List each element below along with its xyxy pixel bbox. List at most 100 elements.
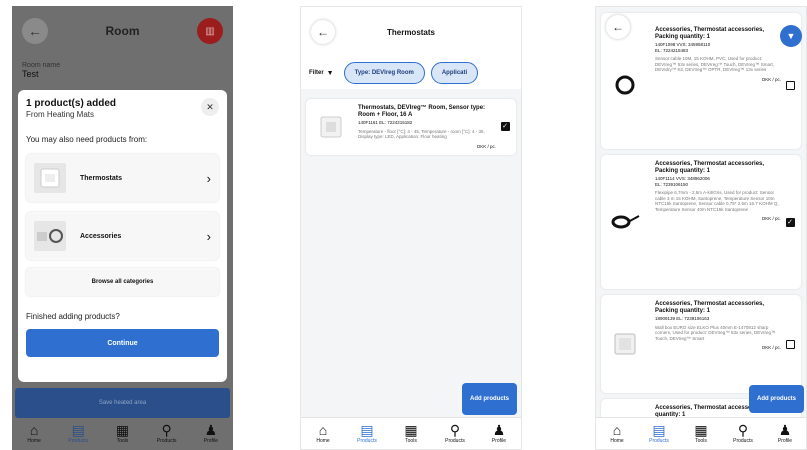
trash-icon: ▥ (205, 25, 215, 37)
add-products-button[interactable]: Add products (462, 383, 517, 415)
bottom-nav: ⌂ Home ▤ Products ▦ Tools ⚲ Products ♟ Profil… (12, 418, 233, 450)
nav-item-products[interactable]: ▤ Products (60, 422, 96, 444)
product-description: Flexipipe 6,7mm - 2,5m A-kit/Gris, Used … (655, 190, 779, 212)
add-products-button[interactable]: Add products (749, 385, 804, 413)
accessories-thumbnail (34, 221, 66, 251)
product-description: Sensor cable 10M, 15 KOHM, PVC, Used for… (655, 56, 774, 72)
category-label: Thermostats (80, 174, 123, 182)
nav-item-tools[interactable]: ▦ Tools (683, 422, 719, 444)
product-description: Wall box EURO size ELKO Plus 40mm E-1470… (655, 324, 776, 341)
back-button[interactable]: ← (606, 15, 630, 39)
finish-prompt: Finished adding products? (26, 312, 120, 321)
product-codes: 18909139 EL: 7239106163 (655, 316, 710, 321)
thermostat-image (320, 116, 342, 138)
checkbox-empty-icon (785, 339, 795, 349)
funnel-icon: ▼ (786, 31, 796, 41)
product-codes: 140F1114 VVS: 348962006 EL: 7239106150 (655, 176, 710, 187)
product-unit: DKK / pc. (761, 76, 781, 82)
person-icon: ♟ (778, 422, 792, 438)
nav-item-products[interactable]: ▤ Products (641, 422, 677, 444)
search-icon: ⚲ (449, 422, 461, 438)
back-button[interactable]: ← (22, 18, 48, 44)
category-card-accessories[interactable]: Accessories › (26, 212, 219, 260)
nav-item-home[interactable]: ⌂ Home (16, 422, 52, 444)
product-card[interactable]: Thermostats, DEVIreg™ Room, Sensor type:… (306, 99, 516, 155)
nav-item-tools[interactable]: ▦ Tools (104, 422, 140, 444)
search-icon: ⚲ (737, 422, 749, 438)
product-image (607, 301, 643, 387)
nav-item-search-products[interactable]: ⚲ Products (149, 422, 185, 444)
document-icon: ▤ (71, 422, 85, 438)
nav-item-profile[interactable]: ♟ Profile (193, 422, 229, 444)
category-card-thermostats[interactable]: Thermostats › (26, 154, 219, 202)
arrow-left-icon: ← (28, 23, 42, 39)
nav-item-home[interactable]: ⌂ Home (305, 422, 341, 444)
category-label: Accessories (80, 232, 122, 240)
product-unit: DKK / pc. (476, 143, 496, 149)
save-heated-area-button[interactable]: Save heated area (15, 388, 230, 418)
accessories-image (37, 229, 63, 243)
browse-categories-button[interactable]: Browse all categories (26, 268, 219, 296)
thermostat-thumbnail (34, 163, 66, 193)
thermostat-image (40, 168, 60, 188)
document-icon: ▤ (652, 422, 666, 438)
checkmark-icon: ✓ (785, 217, 795, 227)
product-image (312, 105, 350, 149)
filter-label: Filter (309, 70, 324, 76)
arrow-left-icon: ← (612, 20, 624, 34)
chevron-right-icon: › (206, 170, 211, 186)
wall-box-image (614, 333, 636, 355)
filter-button[interactable]: Filter ▼ (309, 70, 338, 77)
dialog-subtitle: From Heating Mats (26, 110, 95, 119)
home-icon: ⌂ (29, 422, 39, 438)
search-icon: ⚲ (161, 422, 172, 438)
nav-item-tools[interactable]: ▦ Tools (393, 422, 429, 444)
person-icon: ♟ (492, 422, 506, 438)
filter-button[interactable]: ▼ (780, 25, 802, 47)
grid-icon: ▦ (115, 422, 130, 438)
nav-item-search-products[interactable]: ⚲ Products (725, 422, 761, 444)
dialog-title: 1 product(s) added (26, 98, 117, 109)
checkmark-icon: ✓ (500, 122, 510, 132)
nav-item-search-products[interactable]: ⚲ Products (437, 422, 473, 444)
nav-item-products[interactable]: ▤ Products (349, 422, 385, 444)
arrow-left-icon: ← (317, 25, 329, 39)
product-details: Accessories, Thermostat accessories, Pac… (643, 301, 781, 387)
screen-accessories: ← ▼ Accessories, Thermostat accessories,… (595, 6, 807, 450)
top-bar: ← Room ▥ (12, 6, 233, 56)
product-name: Thermostats, DEVIreg™ Room, Sensor type:… (358, 105, 486, 118)
product-name: Accessories, Thermostat accessories, Pac… (655, 301, 765, 314)
nav-item-profile[interactable]: ♟ Profile (481, 422, 517, 444)
flexipipe-image (611, 215, 640, 229)
filter-chip-type[interactable]: Type: DEVIreg Room (343, 62, 425, 84)
delete-button[interactable]: ▥ (197, 18, 223, 44)
nav-item-profile[interactable]: ♟ Profile (767, 422, 803, 444)
product-details: Accessories, Thermostat accessories, Pac… (643, 161, 781, 283)
top-bar: ← (596, 7, 806, 47)
grid-icon: ▦ (404, 422, 418, 438)
product-checkbox[interactable] (785, 301, 795, 387)
close-button[interactable]: ✕ (201, 98, 219, 116)
screen-room: ← Room ▥ Room name Test 1 product(s) add… (12, 6, 233, 450)
product-card[interactable]: Accessories, Thermostat accessories, Pac… (601, 295, 801, 393)
screen-thermostats: ← Thermostats Filter ▼ Type: DEVIreg Room… (300, 6, 522, 450)
dialog-header: 1 product(s) added From Heating Mats ✕ (26, 98, 219, 119)
product-card[interactable]: Accessories, Thermostat accessories, Pac… (601, 155, 801, 289)
person-icon: ♟ (204, 422, 218, 438)
room-name-field[interactable]: Test (12, 69, 233, 79)
checkbox-empty-icon (785, 80, 795, 90)
sensor-cable-image (615, 75, 635, 95)
close-icon: ✕ (206, 101, 214, 112)
filter-chip-application[interactable]: Applicati (430, 62, 479, 84)
home-icon: ⌂ (612, 422, 622, 438)
dialog-hint: You may also need products from: (26, 135, 148, 144)
room-name-label: Room name (22, 62, 61, 69)
product-details: Thermostats, DEVIreg™ Room, Sensor type:… (350, 105, 496, 149)
back-button[interactable]: ← (311, 20, 335, 44)
product-codes: 140F1161 EL: 7224215182 (358, 120, 413, 125)
product-name: Accessories, Thermostat accessories, Pac… (655, 161, 765, 174)
product-checkbox[interactable]: ✓ (500, 105, 510, 149)
nav-item-home[interactable]: ⌂ Home (599, 422, 635, 444)
product-checkbox[interactable]: ✓ (785, 161, 795, 283)
continue-button[interactable]: Continue (26, 329, 219, 357)
